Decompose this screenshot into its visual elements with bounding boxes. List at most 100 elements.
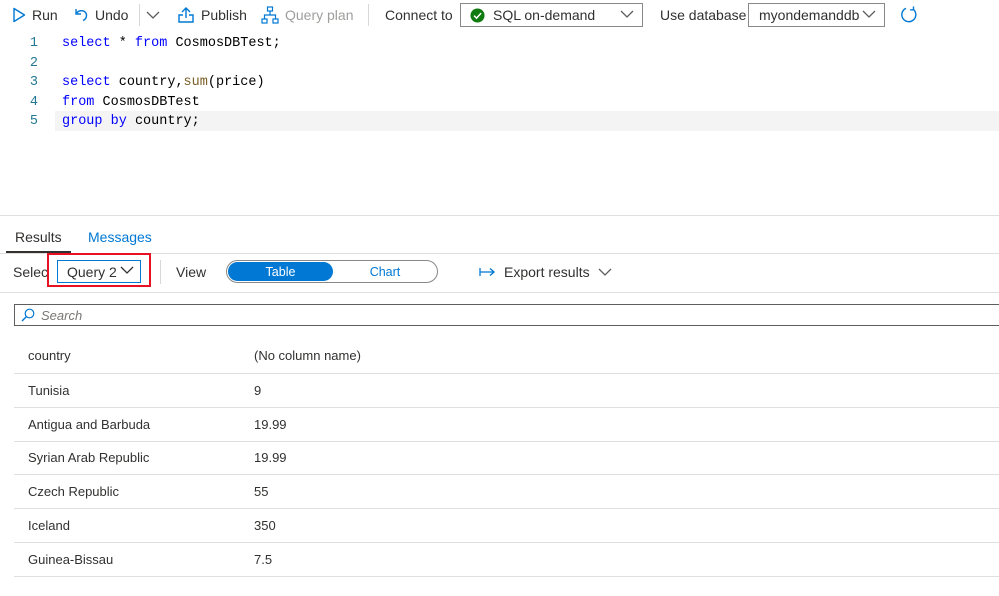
toolbar-divider (139, 4, 140, 26)
view-toggle: Table Chart (226, 260, 438, 283)
sql-token: country (134, 113, 192, 129)
chevron-down-icon (146, 11, 160, 19)
code-line: 5 group by country; (0, 111, 999, 131)
sql-token: CosmosDBTest (175, 35, 273, 51)
table-cell: Antigua and Barbuda (28, 417, 151, 432)
undo-dropdown-button[interactable] (146, 0, 166, 30)
query-plan-button[interactable]: Query plan (261, 0, 353, 30)
undo-button[interactable]: Undo (73, 0, 128, 30)
table-row[interactable]: Iceland 350 (14, 509, 999, 543)
view-label: View (176, 264, 207, 280)
publish-label: Publish (201, 7, 247, 23)
line-number: 4 (29, 94, 38, 110)
sql-token: * (110, 35, 135, 51)
export-results-label: Export results (504, 264, 590, 280)
table-row[interactable]: Antigua and Barbuda 19.99 (14, 408, 999, 442)
sql-token: price (215, 74, 257, 90)
connect-to-label: Connect to (385, 7, 453, 23)
table-cell: 7.5 (254, 552, 273, 567)
connection-value: SQL on-demand (493, 7, 596, 23)
code-text: from CosmosDBTest (62, 95, 200, 110)
refresh-button[interactable] (900, 0, 924, 30)
table-cell: Syrian Arab Republic (28, 450, 150, 465)
column-header[interactable]: country (28, 337, 71, 373)
tab-results[interactable]: Results (15, 222, 62, 252)
search-icon (21, 308, 35, 322)
table-cell: 55 (254, 484, 269, 499)
sql-keyword: from (134, 35, 168, 51)
sql-token: CosmosDBTest (102, 94, 200, 110)
chevron-down-icon (862, 10, 876, 18)
publish-icon (178, 7, 194, 23)
table-row[interactable]: Guinea-Bissau 7.5 (14, 543, 999, 577)
code-text: select country,sum(price) (62, 75, 265, 90)
use-database-label: Use database (660, 7, 747, 23)
table-cell: Czech Republic (28, 484, 120, 499)
tab-messages[interactable]: Messages (88, 222, 152, 252)
results-toolbar-rule (0, 292, 999, 293)
query-plan-label: Query plan (285, 7, 354, 23)
sql-token: ( (207, 74, 216, 90)
results-toolbar-divider (160, 260, 161, 284)
search-input[interactable] (41, 307, 941, 323)
select-label: Select (13, 264, 48, 280)
arrow-right-icon (479, 268, 495, 276)
chevron-down-icon (620, 10, 634, 18)
code-text: select * from CosmosDBTest; (62, 36, 281, 51)
code-line: 3 select country,sum(price) (0, 72, 999, 92)
sql-keyword: select (62, 74, 111, 90)
code-line: 1 select * from CosmosDBTest; (0, 33, 999, 53)
sql-keyword: select (62, 35, 111, 51)
table-cell: Guinea-Bissau (28, 552, 114, 567)
database-dropdown[interactable]: myondemanddb (748, 3, 885, 27)
sql-keyword: by (110, 113, 127, 129)
chevron-down-icon (598, 268, 612, 276)
refresh-icon (901, 6, 917, 23)
code-text: group by country; (62, 114, 200, 129)
table-cell: 9 (254, 383, 262, 398)
play-icon (13, 7, 26, 23)
undo-icon (75, 9, 88, 22)
table-row[interactable]: Syrian Arab Republic 19.99 (14, 441, 999, 475)
sql-token: ) (256, 74, 265, 90)
line-number: 1 (29, 35, 38, 51)
table-row[interactable]: Tunisia 9 (14, 374, 999, 408)
table-cell: 350 (254, 518, 276, 533)
view-option-table[interactable]: Table (228, 262, 333, 281)
check-circle-icon (470, 7, 485, 23)
table-cell: Tunisia (28, 383, 70, 398)
query-plan-icon (261, 6, 279, 24)
view-option-chart[interactable]: Chart (335, 262, 435, 281)
highlight-annotation-box (47, 253, 151, 287)
database-value: myondemanddb (759, 7, 860, 23)
sql-keyword: from (62, 94, 95, 110)
toolbar-divider (368, 4, 369, 26)
sql-token: ; (191, 113, 200, 129)
code-line: 2 (0, 53, 999, 73)
editor-results-divider[interactable] (0, 215, 999, 216)
code-line: 4 from CosmosDBTest (0, 92, 999, 112)
sql-token: ; (272, 35, 281, 51)
results-search-box (14, 304, 999, 326)
sql-token: , (175, 74, 184, 90)
publish-button[interactable]: Publish (177, 0, 247, 30)
connection-dropdown[interactable]: SQL on-demand (460, 3, 643, 27)
sql-editor[interactable]: 1 select * from CosmosDBTest; 2 3 select… (0, 31, 999, 214)
run-button[interactable]: Run (12, 0, 58, 30)
table-cell: 19.99 (254, 450, 287, 465)
table-header-row: country (No column name) (14, 337, 999, 374)
undo-label: Undo (95, 7, 129, 23)
table-row[interactable]: Czech Republic 55 (14, 475, 999, 509)
sql-function: sum (183, 74, 208, 90)
sql-keyword: group (62, 113, 103, 129)
table-cell: Iceland (28, 518, 70, 533)
line-number: 3 (29, 74, 38, 90)
table-cell: 19.99 (254, 417, 287, 432)
line-number: 2 (29, 55, 38, 71)
column-header[interactable]: (No column name) (254, 337, 361, 373)
export-results-button[interactable]: Export results (479, 258, 612, 286)
